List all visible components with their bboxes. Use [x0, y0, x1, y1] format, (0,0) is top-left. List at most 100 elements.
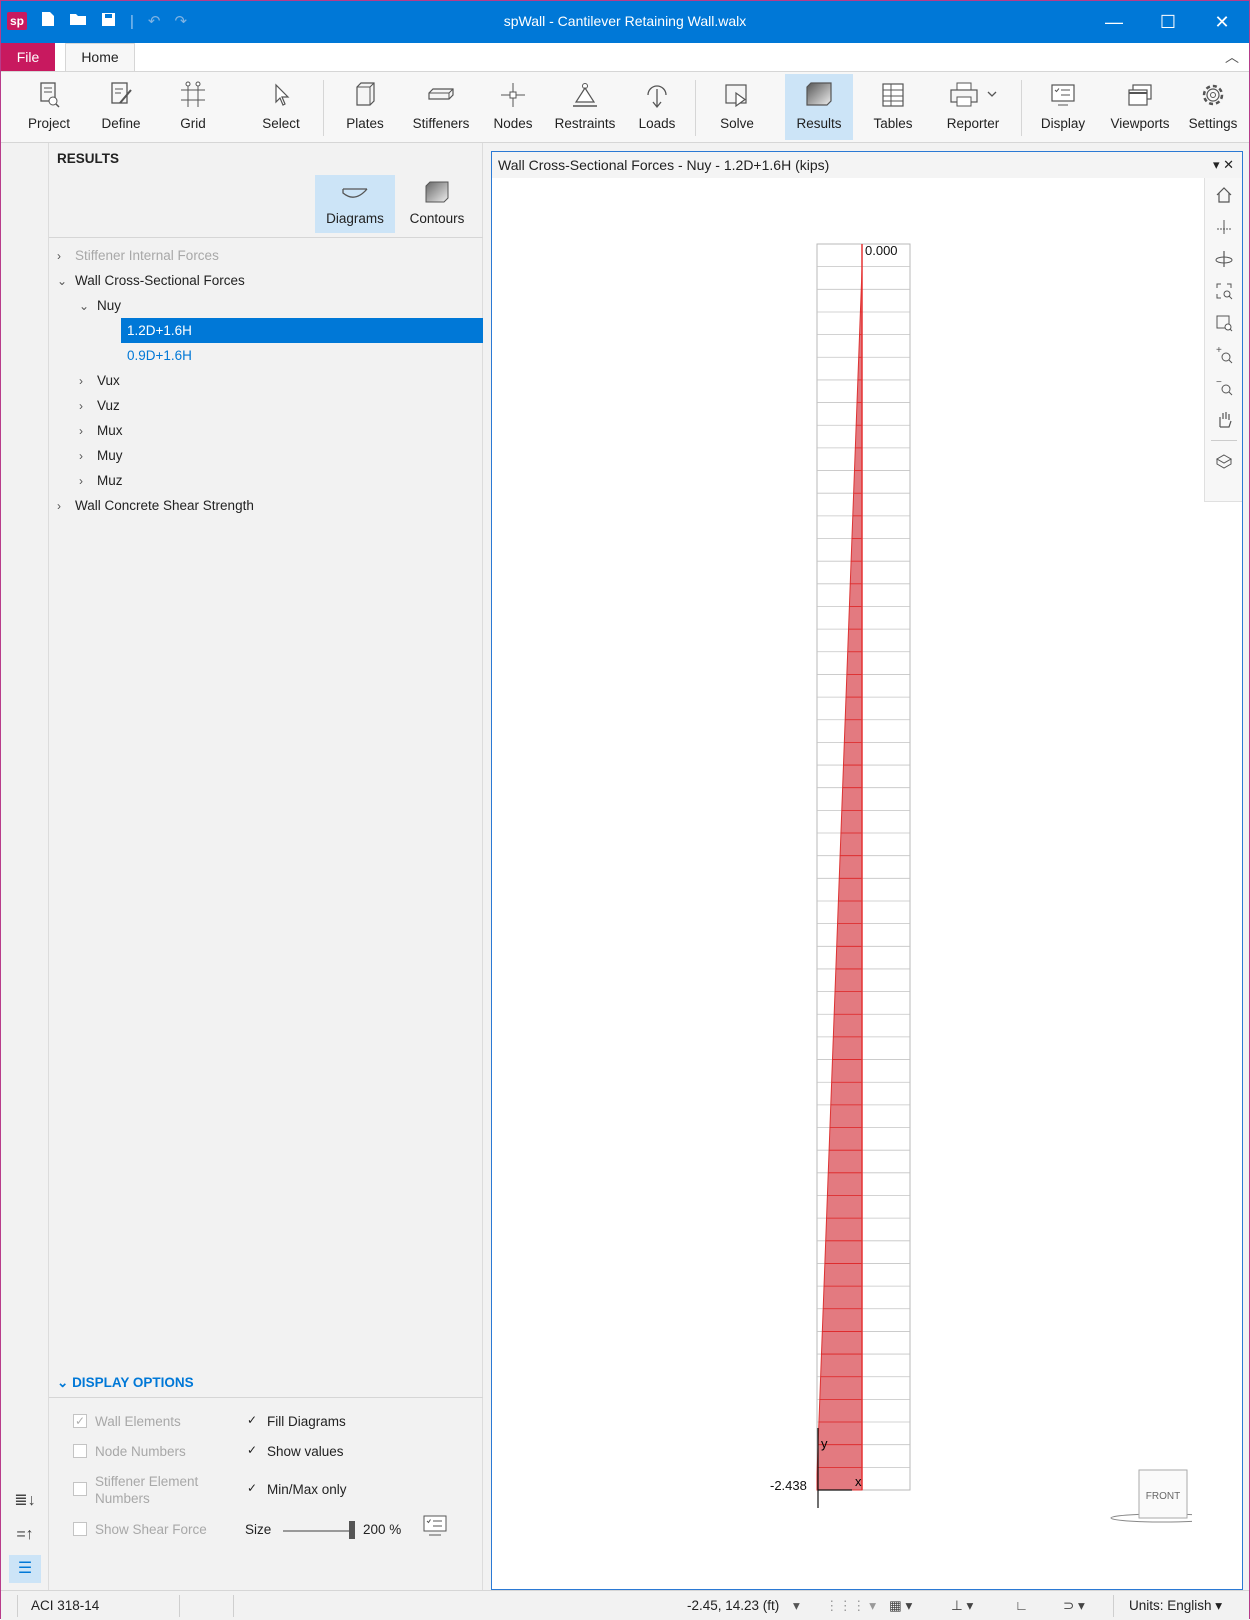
- tree-item-wall-forces[interactable]: ⌄ Wall Cross-Sectional Forces: [57, 268, 245, 293]
- restraints-icon: [549, 74, 621, 116]
- chevron-right-icon: ›: [79, 374, 83, 388]
- tree-label: Muz: [97, 473, 123, 488]
- fill-diagrams-checkbox[interactable]: ✓ Fill Diagrams: [245, 1413, 346, 1430]
- checkbox-checked-icon: ✓: [246, 1443, 258, 1457]
- panel-divider: [49, 237, 483, 238]
- tree-label: Mux: [97, 423, 123, 438]
- diagrams-label: Diagrams: [326, 211, 384, 226]
- viewport[interactable]: Wall Cross-Sectional Forces - Nuy - 1.2D…: [491, 151, 1243, 1590]
- ribbon-label: Restraints: [554, 116, 616, 131]
- show-values-checkbox[interactable]: ✓ Show values: [245, 1443, 344, 1460]
- tree-item-shear-strength[interactable]: › Wall Concrete Shear Strength: [57, 493, 254, 518]
- ortho-icon[interactable]: ∟: [1015, 1598, 1028, 1613]
- view-toolbar: + −: [1204, 178, 1242, 502]
- close-button[interactable]: ✕: [1195, 1, 1249, 43]
- define-button[interactable]: Define: [89, 74, 153, 140]
- tree-item-combo-2[interactable]: 0.9D+1.6H: [127, 343, 192, 368]
- tree-item-vuz[interactable]: › Vuz: [79, 393, 120, 418]
- project-icon: [17, 74, 81, 116]
- checkbox-label: Wall Elements: [95, 1414, 181, 1429]
- chevron-right-icon: ›: [79, 399, 83, 413]
- tree-item-mux[interactable]: › Mux: [79, 418, 123, 443]
- tree-item-vux[interactable]: › Vux: [79, 368, 120, 393]
- select-button[interactable]: Select: [249, 74, 313, 140]
- stiffeners-button[interactable]: Stiffeners: [405, 74, 477, 140]
- snap-points-icon[interactable]: ⋮⋮⋮ ▾: [825, 1598, 876, 1614]
- tree-item-combo-1[interactable]: 1.2D+1.6H: [121, 318, 483, 343]
- panel-menu-icon[interactable]: ☰: [9, 1555, 41, 1583]
- checkbox-label: Node Numbers: [95, 1444, 186, 1459]
- collapse-ribbon-icon[interactable]: ︿: [1225, 47, 1239, 67]
- checkbox-label: Show values: [267, 1444, 344, 1459]
- display-button[interactable]: Display: [1031, 74, 1095, 140]
- select-icon: [249, 74, 313, 116]
- restraints-button[interactable]: Restraints: [549, 74, 621, 140]
- contours-button[interactable]: Contours: [397, 175, 477, 233]
- size-slider-track[interactable]: [283, 1530, 353, 1532]
- chevron-right-icon: ›: [57, 249, 61, 263]
- tree-item-nuy[interactable]: ⌄ Nuy: [79, 293, 121, 318]
- status-bar: ACI 318-14 -2.45, 14.23 (ft) ▾ ⋮⋮⋮ ▾ ▦ ▾…: [1, 1590, 1249, 1620]
- checkbox-unchecked-icon: [73, 1522, 87, 1536]
- ribbon-separator: [323, 80, 324, 136]
- 3d-view-icon[interactable]: [1211, 448, 1237, 474]
- checkbox-unchecked-icon: [73, 1482, 87, 1496]
- tab-home[interactable]: Home: [65, 43, 135, 72]
- plates-button[interactable]: Plates: [333, 74, 397, 140]
- grid-button[interactable]: Grid: [161, 74, 225, 140]
- rotate-icon[interactable]: [1211, 246, 1237, 272]
- coords-dropdown-icon[interactable]: ▾: [793, 1598, 800, 1614]
- reporter-button[interactable]: Reporter: [933, 74, 1013, 140]
- axes-view-icon[interactable]: [1211, 214, 1237, 240]
- show-shear-checkbox[interactable]: Show Shear Force: [73, 1521, 207, 1538]
- ribbon-label: Display: [1040, 116, 1086, 131]
- zoom-extents-icon[interactable]: [1211, 278, 1237, 304]
- tree-label: Wall Concrete Shear Strength: [75, 498, 254, 513]
- pan-icon[interactable]: [1211, 406, 1237, 432]
- tables-button[interactable]: Tables: [861, 74, 925, 140]
- settings-button[interactable]: Settings: [1181, 74, 1245, 140]
- wall-elements-checkbox[interactable]: ✓ Wall Elements: [73, 1413, 181, 1430]
- grid-toggle-icon[interactable]: ▦ ▾: [889, 1598, 912, 1614]
- status-separator: [233, 1595, 234, 1617]
- solve-button[interactable]: Solve: [705, 74, 769, 140]
- chevron-down-icon: ⌄: [79, 299, 90, 313]
- display-options-header[interactable]: ⌄ DISPLAY OPTIONS: [57, 1375, 194, 1391]
- tree-item-muy[interactable]: › Muy: [79, 443, 123, 468]
- minmax-only-checkbox[interactable]: ✓ Min/Max only: [245, 1481, 347, 1498]
- tree-item-muz[interactable]: › Muz: [79, 468, 123, 493]
- ribbon-label: Reporter: [946, 116, 1000, 131]
- tables-icon: [861, 74, 925, 116]
- ribbon-tabs: File Home ︿: [1, 43, 1249, 72]
- stiffener-numbers-checkbox[interactable]: Stiffener Element Numbers: [73, 1473, 213, 1507]
- home-view-icon[interactable]: [1211, 182, 1237, 208]
- units-selector[interactable]: Units: English ▾: [1129, 1598, 1222, 1614]
- reporter-icon: [933, 74, 1013, 116]
- node-numbers-checkbox[interactable]: Node Numbers: [73, 1443, 186, 1460]
- size-slider-thumb[interactable]: [349, 1521, 355, 1539]
- results-button[interactable]: Results: [785, 74, 853, 140]
- tree-label: Wall Cross-Sectional Forces: [75, 273, 245, 288]
- maximize-button[interactable]: ☐: [1141, 1, 1195, 43]
- diagrams-button[interactable]: Diagrams: [315, 175, 395, 233]
- zoom-in-icon[interactable]: +: [1211, 342, 1237, 368]
- expand-all-icon[interactable]: ≣↓: [9, 1487, 41, 1515]
- select-mode-icon[interactable]: ⊃ ▾: [1063, 1598, 1085, 1614]
- view-cube[interactable]: FRONT: [1110, 1469, 1192, 1523]
- tab-file[interactable]: File: [1, 43, 55, 71]
- nodes-button[interactable]: Nodes: [485, 74, 541, 140]
- loads-button[interactable]: Loads: [629, 74, 685, 140]
- ribbon: Project Define Grid Select Plates Stiffe…: [1, 71, 1249, 143]
- ribbon-separator: [695, 80, 696, 136]
- viewport-controls[interactable]: ▾ ✕: [1213, 152, 1234, 178]
- axis-toggle-icon[interactable]: ⊥ ▾: [951, 1598, 973, 1614]
- collapse-all-icon[interactable]: =↑: [9, 1521, 41, 1549]
- project-button[interactable]: Project: [17, 74, 81, 140]
- zoom-out-icon[interactable]: −: [1211, 374, 1237, 400]
- tree-item-stiffener-forces[interactable]: › Stiffener Internal Forces: [57, 243, 219, 268]
- minimize-button[interactable]: —: [1087, 1, 1141, 43]
- viewports-button[interactable]: Viewports: [1103, 74, 1177, 140]
- display-options-title: DISPLAY OPTIONS: [72, 1375, 194, 1390]
- display-settings-icon[interactable]: [423, 1515, 449, 1540]
- zoom-window-icon[interactable]: [1211, 310, 1237, 336]
